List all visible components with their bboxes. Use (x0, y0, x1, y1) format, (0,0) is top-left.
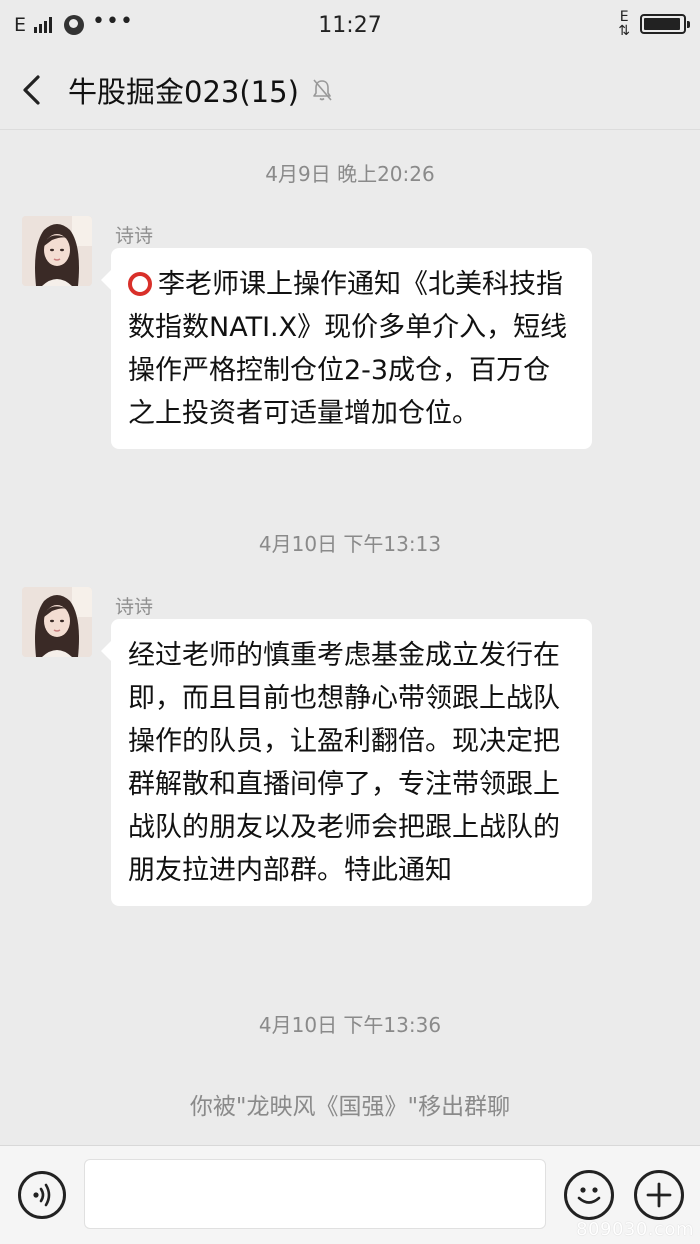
carrier-label: E (14, 14, 27, 36)
data-arrows-icon: E ⇅ (618, 10, 630, 38)
plus-icon (646, 1182, 672, 1208)
input-bar: 809030.com (0, 1145, 700, 1244)
signal-icon (34, 17, 53, 33)
message-bubble[interactable]: 李老师课上操作通知《北美科技指数指数NATI.X》现价多单介入，短线操作严格控制… (101, 248, 592, 449)
avatar-image (22, 587, 92, 657)
timestamp: 4月9日 晚上20:26 (265, 162, 435, 186)
emoji-icon (577, 1187, 601, 1204)
message-item: 诗诗 李老师课上操作通知《北美科技指数指数NATI.X》现价多单介入，短线操作严… (22, 216, 642, 496)
message-text: 经过老师的慎重考虑基金成立发行在即，而且目前也想静心带领跟上战队操作的队员，让盈… (128, 640, 560, 886)
message-bubble[interactable]: 经过老师的慎重考虑基金成立发行在即，而且目前也想静心带领跟上战队操作的队员，让盈… (101, 619, 592, 906)
status-bar: E ••• 11:27 E ⇅ (0, 0, 700, 50)
avatar-image (22, 216, 92, 286)
voice-button[interactable] (18, 1171, 66, 1219)
emoji-button[interactable] (564, 1170, 614, 1220)
back-button[interactable] (20, 70, 56, 110)
network-badge: E (619, 9, 629, 25)
mute-bell-icon (313, 78, 332, 101)
more-dots-icon: ••• (92, 8, 134, 34)
chat-header: 牛股掘金023(15) (0, 50, 700, 130)
system-notice: 你被"龙映风《国强》"移出群聊 (189, 1094, 511, 1120)
status-left: E ••• (14, 9, 134, 37)
chat-title[interactable]: 牛股掘金023(15) (68, 69, 299, 111)
red-circle-icon (128, 272, 152, 296)
sender-name: 诗诗 (115, 225, 154, 247)
sender-name: 诗诗 (115, 596, 154, 618)
timestamp: 4月10日 下午13:36 (258, 1013, 442, 1037)
battery-fill (644, 18, 681, 30)
battery-icon (640, 14, 690, 34)
avatar[interactable] (22, 216, 92, 286)
watermark: 809030.com (576, 1219, 694, 1240)
arrows-glyph: ⇅ (618, 23, 630, 39)
voice-icon (33, 1183, 51, 1207)
message-input[interactable] (84, 1159, 546, 1229)
message-text: 李老师课上操作通知《北美科技指数指数NATI.X》现价多单介入，短线操作严格控制… (128, 269, 568, 429)
back-chevron-icon (23, 74, 40, 105)
message-item: 诗诗 经过老师的慎重考虑基金成立发行在即，而且目前也想静心带领跟上战队操作的队员… (22, 587, 642, 957)
status-right: E ⇅ (618, 10, 690, 38)
plus-button[interactable] (634, 1170, 684, 1220)
avatar[interactable] (22, 587, 92, 657)
timestamp: 4月10日 下午13:13 (258, 532, 442, 556)
globe-icon (64, 15, 85, 35)
